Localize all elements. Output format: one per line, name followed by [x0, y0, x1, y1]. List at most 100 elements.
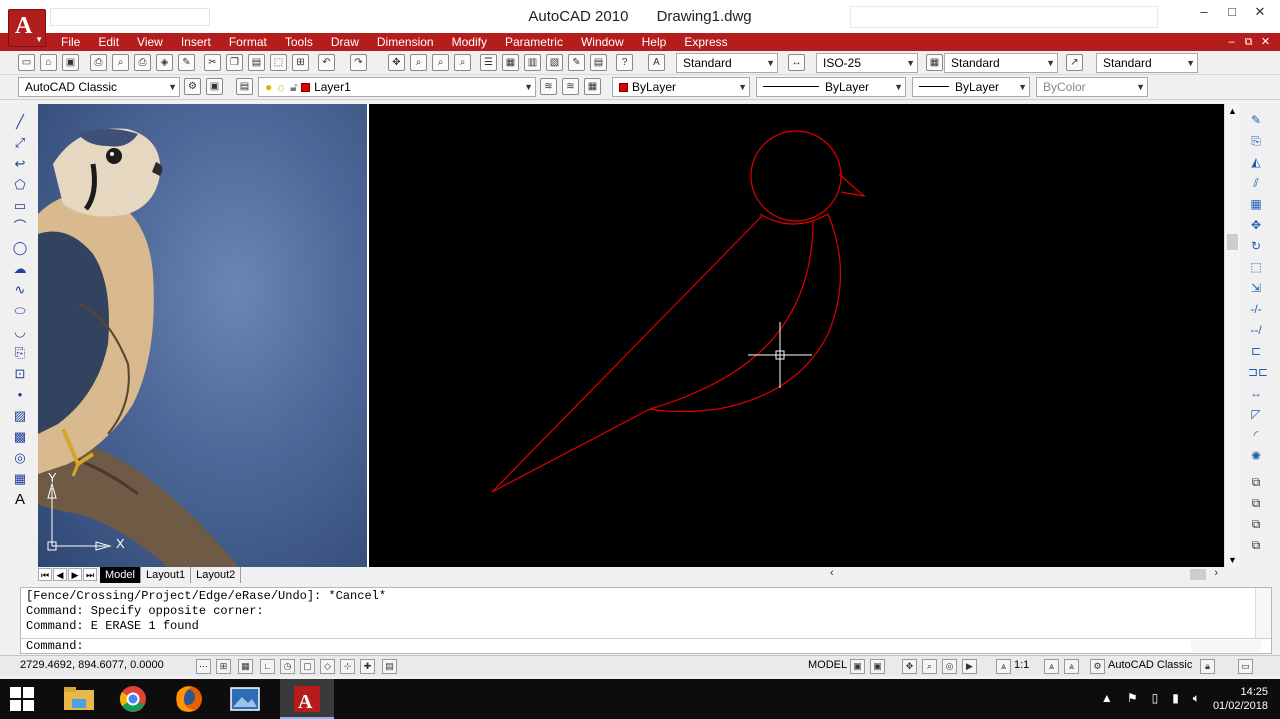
- layer-select[interactable]: ● ☼ 🔓︎ Layer1 ▼: [258, 77, 536, 97]
- object-snap-toggle[interactable]: ▢: [300, 659, 315, 674]
- command-scrollbar[interactable]: [1255, 588, 1271, 638]
- trim-icon[interactable]: -/-: [1248, 301, 1264, 317]
- menu-insert[interactable]: Insert: [172, 33, 220, 51]
- model-space-toggle[interactable]: MODEL: [808, 659, 847, 671]
- dynamic-ucs-toggle[interactable]: ✚: [360, 659, 375, 674]
- 3d-dwf-icon[interactable]: ◈: [156, 54, 173, 71]
- snap-mode-toggle[interactable]: ⊞: [216, 659, 231, 674]
- circle-icon[interactable]: ◯: [12, 240, 28, 256]
- show-hidden-icons-icon[interactable]: ▲: [1101, 691, 1113, 706]
- menu-draw[interactable]: Draw: [322, 33, 368, 51]
- stretch-icon[interactable]: ⇲: [1248, 280, 1264, 296]
- workspace-status[interactable]: AutoCAD Classic: [1108, 659, 1192, 671]
- lineweight-select[interactable]: ByLayer ▼: [912, 77, 1030, 97]
- annotation-visibility-icon[interactable]: ⩓: [1044, 659, 1059, 674]
- chrome-icon[interactable]: [106, 679, 160, 719]
- zoom-status-icon[interactable]: ⌕: [922, 659, 937, 674]
- scroll-right-icon[interactable]: ›: [1214, 567, 1218, 579]
- array-icon[interactable]: ▦: [1248, 196, 1264, 212]
- bring-above-icon[interactable]: ⧉: [1248, 537, 1264, 553]
- menu-express[interactable]: Express: [675, 33, 736, 51]
- rectangle-icon[interactable]: ▭: [12, 198, 28, 214]
- ortho-mode-toggle[interactable]: ∟: [260, 659, 275, 674]
- hatch-icon[interactable]: ▨: [12, 408, 28, 424]
- offset-icon[interactable]: ⫽: [1248, 175, 1264, 191]
- break-at-point-icon[interactable]: ⊏: [1248, 343, 1264, 359]
- pan-icon[interactable]: ✥: [388, 54, 405, 71]
- publish-icon[interactable]: ⎙: [134, 54, 151, 71]
- next-tab-icon[interactable]: ▶: [68, 568, 82, 581]
- menu-parametric[interactable]: Parametric: [496, 33, 572, 51]
- system-clock[interactable]: 14:25 01/02/2018: [1213, 685, 1268, 713]
- make-current-layer-icon[interactable]: ≋: [540, 78, 557, 95]
- annotation-scale-icon[interactable]: ⩓: [996, 659, 1011, 674]
- redo-icon[interactable]: ↷: [350, 54, 367, 71]
- break-icon[interactable]: ⊐⊏: [1248, 364, 1268, 380]
- explode-icon[interactable]: ✺: [1248, 448, 1264, 464]
- tab-layout1[interactable]: Layout1: [141, 567, 192, 583]
- firefox-icon[interactable]: [162, 679, 216, 719]
- cut-icon[interactable]: ✂: [204, 54, 221, 71]
- battery-icon[interactable]: ▯: [1152, 691, 1159, 706]
- spline-icon[interactable]: ∿: [12, 282, 28, 298]
- move-icon[interactable]: ✥: [1248, 217, 1264, 233]
- my-workspace-icon[interactable]: ▣: [206, 78, 223, 95]
- mirror-icon[interactable]: ◭: [1248, 154, 1264, 170]
- multileader-style-icon[interactable]: ↗: [1066, 54, 1083, 71]
- region-icon[interactable]: ◎: [12, 450, 28, 466]
- object-snap-tracking-toggle[interactable]: ⊹: [340, 659, 355, 674]
- dim-style-icon[interactable]: ↔: [788, 54, 805, 71]
- polyline-icon[interactable]: ↩: [12, 156, 28, 172]
- workspace-settings-icon[interactable]: ⚙: [184, 78, 201, 95]
- photos-app-icon[interactable]: [218, 679, 272, 719]
- bring-to-front-icon[interactable]: ⧉: [1248, 495, 1264, 511]
- doc-close-button[interactable]: ✕: [1257, 33, 1274, 51]
- showmotion-icon[interactable]: ▶: [962, 659, 977, 674]
- draw-order-icon[interactable]: ⧉: [1248, 474, 1264, 490]
- last-tab-icon[interactable]: ⏭: [83, 568, 97, 581]
- line-icon[interactable]: ╱: [12, 114, 28, 130]
- application-menu-button[interactable]: A ▼: [8, 9, 46, 47]
- layer-states-icon[interactable]: ▦: [584, 78, 601, 95]
- save-icon[interactable]: ▣: [62, 54, 79, 71]
- extend-icon[interactable]: --/: [1248, 322, 1264, 338]
- menu-edit[interactable]: Edit: [89, 33, 128, 51]
- first-tab-icon[interactable]: ⏮: [38, 568, 52, 581]
- copy-object-icon[interactable]: ⎘: [1248, 133, 1264, 149]
- dynamic-input-toggle[interactable]: ▤: [382, 659, 397, 674]
- maximize-button[interactable]: □: [1218, 4, 1246, 22]
- chamfer-icon[interactable]: ◸: [1248, 406, 1264, 422]
- zoom-realtime-icon[interactable]: ⌕: [410, 54, 427, 71]
- new-icon[interactable]: ▭: [18, 54, 35, 71]
- arc-icon[interactable]: ⌒: [12, 219, 28, 235]
- send-to-back-icon[interactable]: ⧉: [1248, 516, 1264, 532]
- paste-icon[interactable]: ▤: [248, 54, 265, 71]
- drawing-area[interactable]: Y X: [38, 104, 1224, 567]
- quick-view-layouts-icon[interactable]: ▣: [850, 659, 865, 674]
- help-icon[interactable]: ?: [616, 54, 633, 71]
- layer-previous-icon[interactable]: ≋: [562, 78, 579, 95]
- auto-add-scale-icon[interactable]: ⩓: [1064, 659, 1079, 674]
- menu-modify[interactable]: Modify: [443, 33, 496, 51]
- menu-window[interactable]: Window: [572, 33, 633, 51]
- markup-icon[interactable]: ✎: [568, 54, 585, 71]
- file-explorer-icon[interactable]: [52, 679, 106, 719]
- tool-palettes-icon[interactable]: ▥: [524, 54, 541, 71]
- revision-cloud-icon[interactable]: ☁: [12, 261, 28, 277]
- command-hscroll[interactable]: [1191, 640, 1261, 652]
- workspace-switching-icon[interactable]: ⚙: [1090, 659, 1105, 674]
- open-icon[interactable]: ⌂: [40, 54, 57, 71]
- clean-screen-icon[interactable]: ▭: [1238, 659, 1253, 674]
- copy-icon[interactable]: ❐: [226, 54, 243, 71]
- pan-status-icon[interactable]: ✥: [902, 659, 917, 674]
- etransmit-icon[interactable]: ✎: [178, 54, 195, 71]
- menu-help[interactable]: Help: [633, 33, 676, 51]
- 3d-object-snap-toggle[interactable]: ◇: [320, 659, 335, 674]
- menu-tools[interactable]: Tools: [276, 33, 322, 51]
- scroll-down-icon[interactable]: ▼: [1228, 555, 1237, 565]
- autocad-taskbar-icon[interactable]: A: [280, 679, 334, 719]
- ellipse-icon[interactable]: ⬭: [12, 303, 28, 319]
- horizontal-scrollbar[interactable]: ‹ ›: [828, 567, 1224, 583]
- table-style-select[interactable]: Standard ▼: [944, 53, 1058, 73]
- quick-view-drawings-icon[interactable]: ▣: [870, 659, 885, 674]
